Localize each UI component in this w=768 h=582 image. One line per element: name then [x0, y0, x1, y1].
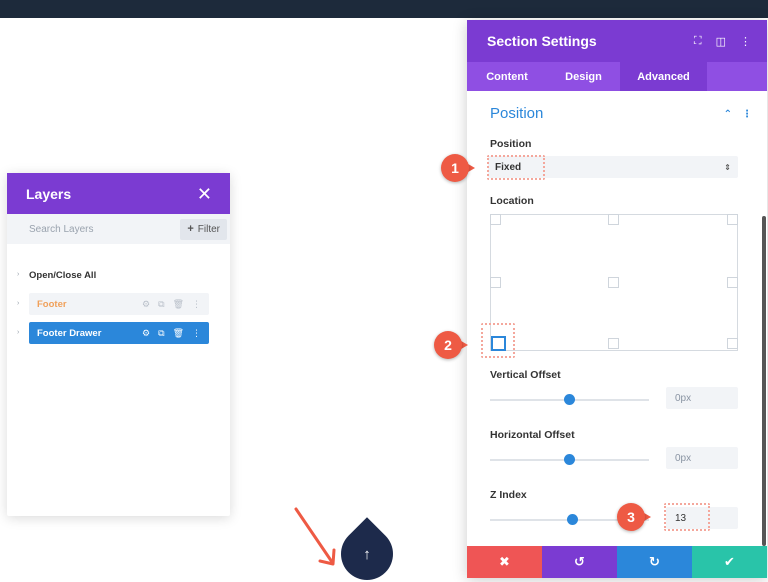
location-grid — [490, 214, 738, 351]
top-bar — [0, 0, 768, 18]
caret-right-icon[interactable]: › — [17, 329, 19, 336]
settings-title: Section Settings — [487, 33, 597, 49]
collapse-icon[interactable]: ⌃ — [724, 109, 732, 120]
open-close-all[interactable]: › Open/Close All — [17, 264, 209, 286]
layer-item-actions: ⚙ ⧉ 🗑 ⋮ — [142, 299, 201, 309]
gear-icon[interactable]: ⚙ — [142, 299, 150, 309]
tab-advanced[interactable]: Advanced — [620, 62, 707, 91]
red-arrow-icon — [294, 507, 336, 566]
location-top-left[interactable] — [490, 214, 501, 225]
vertical-offset-slider[interactable] — [490, 394, 649, 405]
callout-marker-3: 3 — [617, 503, 651, 531]
settings-header: Section Settings ⛶ ◫ ⋮ — [467, 20, 767, 62]
plus-icon: + — [187, 223, 194, 235]
trash-icon[interactable]: 🗑 — [173, 299, 184, 309]
more-icon[interactable]: ⋮ — [192, 328, 201, 338]
open-close-all-label: Open/Close All — [29, 269, 97, 281]
layers-header: Layers ✕ — [7, 173, 230, 214]
filter-label: Filter — [197, 223, 220, 235]
select-arrow-icon: ⇕ — [724, 162, 731, 172]
layers-search-bar: + Filter — [7, 214, 230, 244]
z-index-slider-handle[interactable] — [567, 514, 578, 525]
fullscreen-icon[interactable]: ⛶ — [694, 35, 702, 48]
callout-number: 3 — [617, 503, 645, 531]
close-icon: ✖ — [499, 554, 510, 569]
vertical-offset-label: Vertical Offset — [490, 369, 561, 381]
location-center-left[interactable] — [490, 277, 501, 288]
section-settings-panel: Section Settings ⛶ ◫ ⋮ Content Design Ad… — [467, 20, 767, 578]
layer-item-actions: ⚙ ⧉ 🗑 ⋮ — [142, 328, 201, 338]
callout-highlight-position — [487, 155, 545, 180]
horizontal-offset-slider-handle[interactable] — [564, 454, 575, 465]
redo-icon: ↻ — [649, 554, 660, 569]
callout-marker-2: 2 — [434, 331, 468, 359]
layer-item-label: Footer Drawer — [37, 327, 102, 339]
vertical-offset-slider-handle[interactable] — [564, 394, 575, 405]
search-layers-input[interactable] — [29, 223, 159, 235]
duplicate-icon[interactable]: ⧉ — [158, 299, 164, 309]
layers-title: Layers — [26, 185, 72, 202]
location-top-right[interactable] — [727, 214, 738, 225]
vertical-offset-input[interactable]: 0px — [666, 387, 738, 409]
horizontal-offset-label: Horizontal Offset — [490, 429, 575, 441]
more-icon[interactable]: ⋮ — [742, 109, 752, 120]
save-button[interactable]: ✔ — [692, 546, 767, 578]
position-label: Position — [490, 138, 532, 150]
horizontal-offset-slider[interactable] — [490, 454, 649, 465]
header-actions: ⛶ ◫ ⋮ — [694, 35, 751, 48]
undo-icon: ↺ — [574, 554, 585, 569]
callout-marker-1: 1 — [441, 154, 475, 182]
duplicate-icon[interactable]: ⧉ — [158, 328, 164, 338]
tab-design[interactable]: Design — [547, 62, 620, 91]
more-icon[interactable]: ⋮ — [192, 299, 201, 309]
trash-icon[interactable]: 🗑 — [173, 328, 184, 338]
location-top-center[interactable] — [608, 214, 619, 225]
horizontal-offset-input[interactable]: 0px — [666, 447, 738, 469]
callout-highlight-z-index — [664, 503, 710, 531]
location-center[interactable] — [608, 277, 619, 288]
footer-drawer-toggle-button[interactable]: ↑ — [330, 517, 404, 582]
layer-item-footer[interactable]: › Footer ⚙ ⧉ 🗑 ⋮ — [17, 293, 209, 315]
z-index-label: Z Index — [490, 489, 527, 501]
position-section-title[interactable]: Position — [490, 105, 543, 122]
redo-button[interactable]: ↻ — [617, 546, 692, 578]
check-icon: ✔ — [724, 554, 735, 569]
layers-panel: Layers ✕ + Filter › Open/Close All › Foo… — [7, 173, 230, 516]
close-icon[interactable]: ✕ — [197, 185, 212, 203]
location-label: Location — [490, 195, 534, 207]
caret-right-icon[interactable]: › — [17, 271, 19, 278]
gear-icon[interactable]: ⚙ — [142, 328, 150, 338]
more-icon[interactable]: ⋮ — [740, 35, 751, 48]
callout-number: 1 — [441, 154, 469, 182]
cancel-button[interactable]: ✖ — [467, 546, 542, 578]
scrollbar[interactable] — [762, 216, 766, 546]
layer-item-label: Footer — [37, 298, 67, 310]
location-center-right[interactable] — [727, 277, 738, 288]
settings-action-bar: ✖ ↺ ↻ ✔ — [467, 546, 767, 578]
layers-list: › Open/Close All › Footer ⚙ ⧉ 🗑 ⋮ › Foot… — [7, 244, 230, 344]
caret-right-icon[interactable]: › — [17, 300, 19, 307]
settings-tabs: Content Design Advanced — [467, 62, 767, 91]
callout-number: 2 — [434, 331, 462, 359]
location-bottom-center[interactable] — [608, 338, 619, 349]
arrow-up-icon: ↑ — [363, 546, 371, 563]
filter-button[interactable]: + Filter — [180, 218, 227, 240]
undo-button[interactable]: ↺ — [542, 546, 617, 578]
section-controls: ⌃ ⋮ — [724, 109, 752, 120]
tab-content[interactable]: Content — [467, 62, 547, 91]
callout-highlight-location — [481, 323, 515, 358]
split-view-icon[interactable]: ◫ — [716, 35, 726, 48]
layer-item-footer-drawer[interactable]: › Footer Drawer ⚙ ⧉ 🗑 ⋮ — [17, 322, 209, 344]
location-bottom-right[interactable] — [727, 338, 738, 349]
